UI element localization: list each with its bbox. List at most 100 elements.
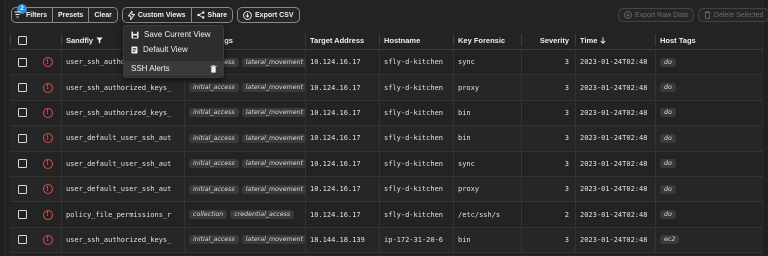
row-checkbox[interactable] bbox=[17, 235, 27, 245]
host-tags-cell: do bbox=[655, 202, 763, 227]
time: 2023-01-24T02:48 bbox=[575, 100, 655, 126]
filters-label: Filters bbox=[26, 11, 48, 19]
select-all-checkbox[interactable] bbox=[18, 35, 27, 45]
table-row[interactable]: ! user_ssh_authorized_keys_ initial_acce… bbox=[10, 227, 763, 254]
header-target-address[interactable]: Target Address bbox=[305, 34, 379, 46]
tag-chip: collection bbox=[189, 210, 228, 220]
time: 2023-01-24T02:48 bbox=[575, 151, 655, 176]
alert-icon: ! bbox=[42, 133, 53, 144]
tag-chip: initial_access bbox=[189, 184, 239, 194]
export-csv-button[interactable]: Export CSV bbox=[237, 7, 300, 23]
bulk-actions: Export Raw Data Delete Selected bbox=[618, 8, 768, 22]
toolbar: Filters Presets Clear Custom Views Share bbox=[11, 7, 300, 23]
header-host-tags-label: Host Tags bbox=[660, 35, 696, 45]
share-button[interactable]: Share bbox=[190, 8, 233, 22]
row-checkbox[interactable] bbox=[17, 184, 27, 194]
default-view-item[interactable]: Default View bbox=[124, 42, 223, 57]
target-address: 10.124.16.17 bbox=[305, 75, 379, 100]
header-severity[interactable]: Severity bbox=[521, 34, 575, 46]
hostname: sfly-d-kitchen bbox=[379, 100, 453, 126]
clear-label: Clear bbox=[94, 11, 112, 19]
sandfly-name[interactable]: user_default_user_ssh_aut bbox=[61, 151, 184, 176]
row-checkbox[interactable] bbox=[17, 133, 27, 143]
header-spacer bbox=[34, 34, 61, 46]
sandfly-name[interactable]: user_ssh_authorized_keys_ bbox=[61, 100, 184, 126]
host-tag-chip: do bbox=[660, 133, 676, 143]
severity: 3 bbox=[521, 176, 575, 202]
host-tags-cell: do bbox=[655, 100, 763, 126]
tags-cell: initial_access lateral_movement bbox=[184, 126, 305, 151]
key-forensic: sync bbox=[453, 151, 521, 176]
sandfly-name[interactable]: user_default_user_ssh_aut bbox=[61, 176, 184, 202]
hostname: ip-172-31-20-6 bbox=[379, 227, 453, 253]
host-tag-chip: do bbox=[660, 108, 676, 118]
target-address: 10.124.16.17 bbox=[305, 151, 379, 176]
share-icon bbox=[196, 11, 205, 19]
row-checkbox[interactable] bbox=[17, 83, 27, 93]
tags-cell: initial_access lateral_movement bbox=[184, 75, 305, 100]
severity: 2 bbox=[521, 202, 575, 227]
hostname: sfly-d-kitchen bbox=[379, 75, 453, 100]
sandfly-name[interactable]: user_default_user_ssh_aut bbox=[61, 126, 184, 151]
table-row[interactable]: ! user_default_user_ssh_aut initial_acce… bbox=[10, 176, 763, 203]
sandfly-name[interactable]: user_ssh_authorized_keys_ bbox=[61, 227, 184, 253]
host-tag-chip: do bbox=[660, 184, 676, 194]
header-host-tags[interactable]: Host Tags bbox=[655, 34, 763, 46]
custom-views-button[interactable]: Custom Views bbox=[122, 8, 191, 22]
hostname: sfly-d-kitchen bbox=[379, 151, 453, 176]
row-select-cell bbox=[10, 50, 34, 74]
row-select-cell bbox=[10, 75, 34, 99]
custom-view-item[interactable]: SSH Alerts bbox=[124, 61, 223, 76]
target-address: 10.124.16.17 bbox=[305, 126, 379, 151]
time: 2023-01-24T02:48 bbox=[575, 75, 655, 100]
row-checkbox[interactable] bbox=[17, 210, 27, 220]
table-row[interactable]: ! user_default_user_ssh_aut initial_acce… bbox=[10, 126, 763, 152]
custom-views-menu: Save Current View Default View SSH Alert… bbox=[123, 25, 224, 78]
arrow-down-icon bbox=[600, 36, 606, 44]
key-forensic: proxy bbox=[453, 75, 521, 100]
tags-cell: initial_access lateral_movement bbox=[184, 176, 305, 202]
filter-funnel-icon[interactable] bbox=[96, 37, 103, 44]
filter-button-group: Filters Presets Clear bbox=[11, 7, 118, 23]
header-hostname[interactable]: Hostname bbox=[379, 34, 453, 46]
tag-chip: lateral_movement bbox=[241, 235, 305, 245]
trash-icon bbox=[704, 11, 711, 19]
time: 2023-01-24T02:48 bbox=[575, 176, 655, 202]
host-tag-chip: do bbox=[660, 159, 676, 169]
select-all-cell bbox=[10, 34, 34, 46]
tags-cell: initial_access lateral_movement bbox=[184, 151, 305, 176]
presets-button[interactable]: Presets bbox=[52, 8, 89, 22]
clear-button[interactable]: Clear bbox=[88, 8, 117, 22]
export-raw-data-button[interactable]: Export Raw Data bbox=[618, 8, 694, 22]
save-current-view-item[interactable]: Save Current View bbox=[124, 27, 223, 42]
header-key-forensic[interactable]: Key Forensic bbox=[453, 34, 521, 46]
delete-view-icon[interactable] bbox=[210, 64, 217, 73]
row-checkbox[interactable] bbox=[17, 108, 27, 118]
table-row[interactable]: ! policy_file_permissions_r collection c… bbox=[10, 202, 763, 228]
hostname: sfly-d-kitchen bbox=[379, 176, 453, 202]
time: 2023-01-24T02:48 bbox=[575, 126, 655, 151]
severity: 3 bbox=[521, 100, 575, 126]
alert-icon: ! bbox=[42, 107, 53, 118]
row-checkbox[interactable] bbox=[17, 57, 27, 67]
tag-chip: credential_access bbox=[230, 210, 295, 220]
tag-chip: lateral_movement bbox=[241, 108, 305, 118]
time: 2023-01-24T02:48 bbox=[575, 227, 655, 253]
alert-icon: ! bbox=[42, 57, 53, 68]
target-address: 10.124.16.17 bbox=[305, 202, 379, 227]
header-time[interactable]: Time bbox=[575, 34, 655, 46]
delete-selected-button[interactable]: Delete Selected bbox=[697, 8, 768, 22]
table-row[interactable]: ! user_ssh_authorized_keys_ initial_acce… bbox=[10, 100, 763, 127]
row-checkbox[interactable] bbox=[17, 159, 27, 169]
key-forensic: sync bbox=[453, 50, 521, 75]
download-icon bbox=[624, 11, 632, 19]
table-row[interactable]: ! user_ssh_authorized_keys_ initial_acce… bbox=[10, 75, 763, 101]
time: 2023-01-24T02:48 bbox=[575, 202, 655, 227]
table-row[interactable]: ! user_default_user_ssh_aut initial_acce… bbox=[10, 151, 763, 177]
row-alert-cell: ! bbox=[34, 101, 61, 125]
sandfly-name[interactable]: user_ssh_authorized_keys_ bbox=[61, 75, 184, 100]
tag-chip: lateral_movement bbox=[241, 133, 305, 143]
target-address: 10.124.16.17 bbox=[305, 176, 379, 202]
sandfly-name[interactable]: policy_file_permissions_r bbox=[61, 202, 184, 227]
host-tags-cell: do bbox=[655, 176, 763, 202]
